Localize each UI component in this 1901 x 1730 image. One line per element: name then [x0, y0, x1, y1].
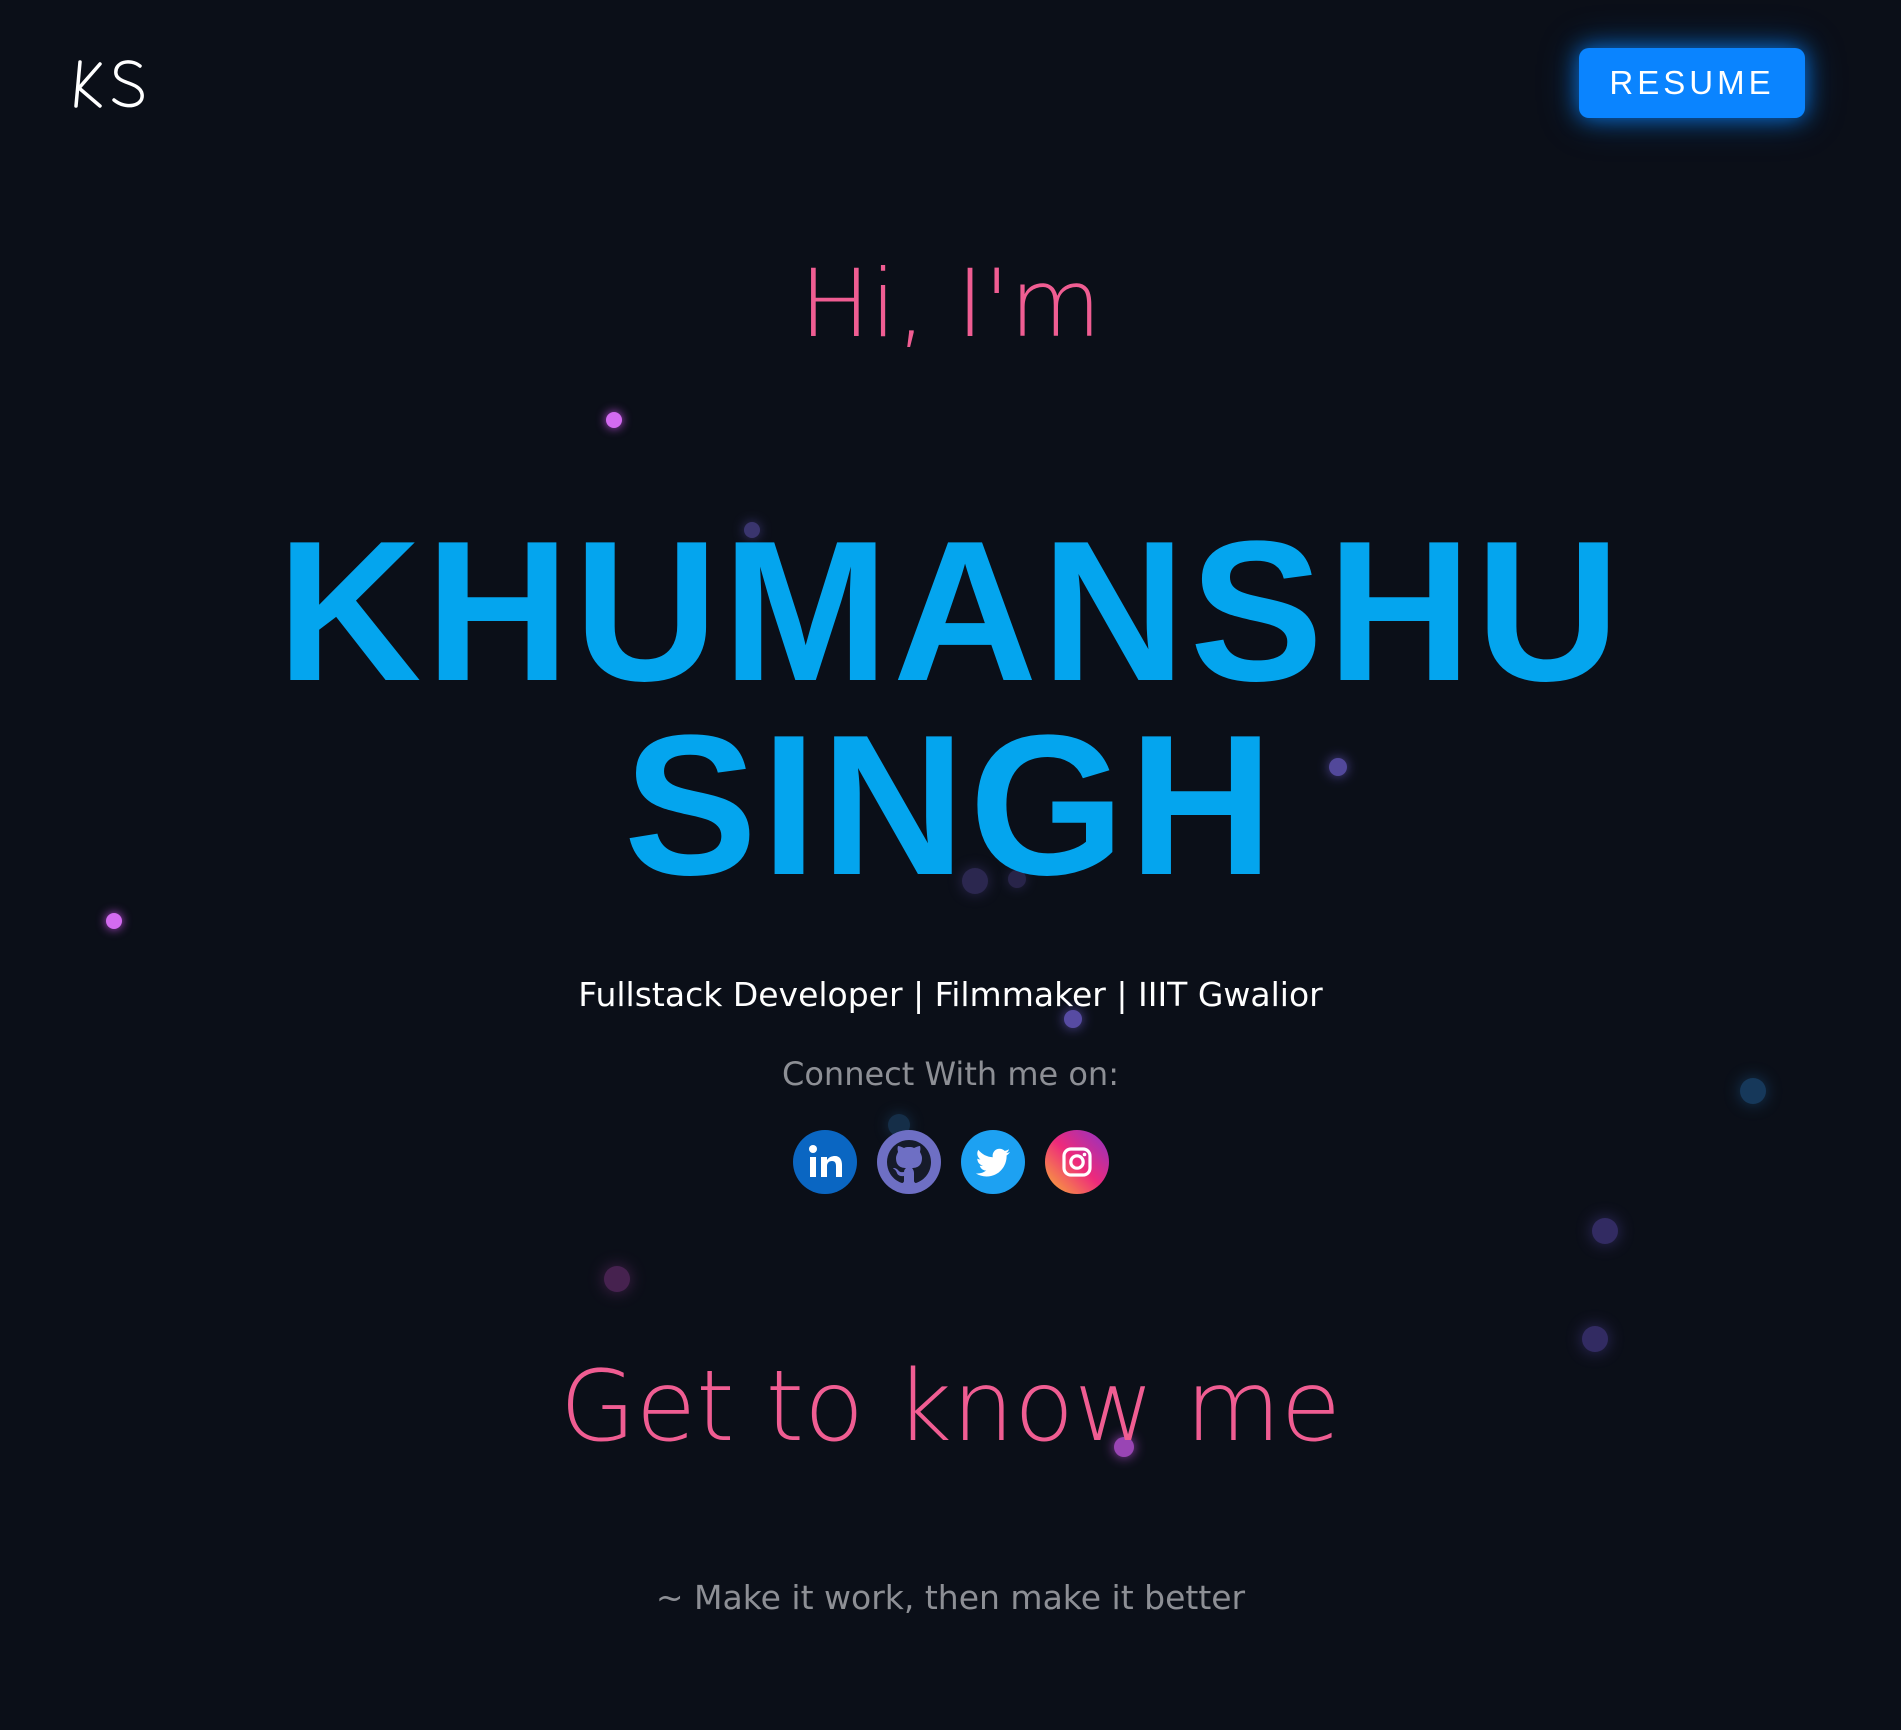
particle-dot	[106, 913, 122, 929]
twitter-icon	[975, 1148, 1010, 1177]
instagram-link[interactable]	[1044, 1130, 1109, 1194]
portfolio-page: RESUME Hi, I'm KHUMANSHU SINGH Fullstack…	[0, 0, 1901, 1730]
tagline: Fullstack Developer | Filmmaker | IIIT G…	[578, 975, 1323, 1014]
ks-logo-icon	[74, 60, 144, 108]
linkedin-icon	[808, 1145, 842, 1177]
social-links	[0, 1130, 1901, 1194]
linkedin-link[interactable]	[792, 1130, 857, 1194]
connect-label: Connect With me on:	[782, 1055, 1119, 1093]
instagram-icon	[1061, 1147, 1092, 1177]
particle-dot	[604, 1266, 630, 1292]
github-icon	[886, 1140, 931, 1183]
resume-button-label: RESUME	[1609, 64, 1775, 101]
greeting-text: Hi, I'm	[799, 250, 1102, 359]
resume-button[interactable]: RESUME	[1579, 48, 1805, 118]
particle-dot	[1592, 1218, 1618, 1244]
footer-quote: ~ Make it work, then make it better	[655, 1578, 1246, 1617]
particle-dot	[606, 412, 622, 428]
github-link[interactable]	[876, 1130, 941, 1194]
site-logo[interactable]	[70, 48, 160, 118]
name-second-line: SINGH	[623, 694, 1278, 917]
twitter-link[interactable]	[960, 1130, 1025, 1194]
about-heading-link[interactable]: Get to know me	[0, 1352, 1901, 1462]
particle-dot	[1582, 1326, 1608, 1352]
name-first-line: KHUMANSHU	[276, 500, 1625, 723]
